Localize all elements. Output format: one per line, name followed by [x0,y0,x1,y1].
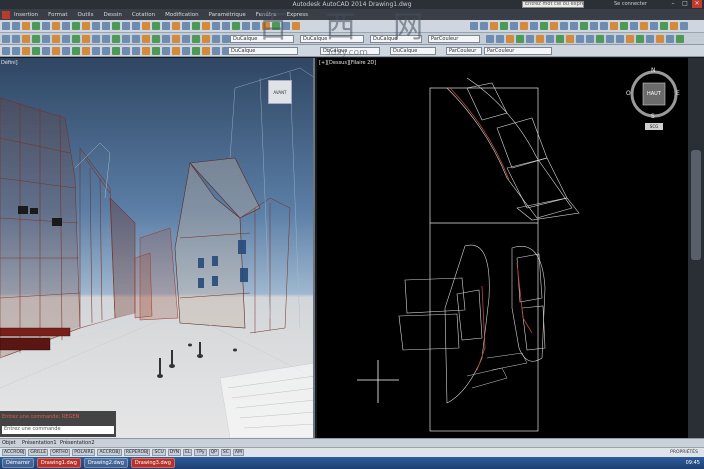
menu-parametrique[interactable]: Paramétrique [209,12,246,18]
viewport-perspective[interactable]: Défini] AVANT [0,58,315,438]
linetype-combo[interactable]: DuCalque [300,35,364,43]
style-combo-5[interactable]: ParCouleur [484,47,552,55]
menu-fenetre[interactable]: Fenêtre [256,12,277,18]
menu-dessin[interactable]: Dessin [103,12,121,18]
toolbar-icons-row2[interactable] [2,35,230,43]
menu-insertion[interactable]: Insertion [14,12,38,18]
taskbar-item-1[interactable]: Drawing1.dwg [36,458,81,468]
toolbar-icons-row1[interactable] [2,22,300,30]
layers-toolbar: DuCalque DuCalque DuCalque ParCouleur [0,33,704,45]
viewport-label-left: Défini] [1,60,18,66]
menu-express[interactable]: Express [287,12,308,18]
status-ucs[interactable]: SCU [152,449,166,456]
layout-tabs: Objet Présentation1 Présentation2 [0,438,704,447]
styles-toolbar: DuCalque DuCalque DuCalque ParCouleur Pa… [0,45,704,57]
menu-format[interactable]: Format [48,12,67,18]
lineweight-combo[interactable]: DuCalque [370,35,422,43]
window-title: Autodesk AutoCAD 2014 Drawing1.dwg [292,1,412,8]
command-line: Entrez une commande: REGEN Entrez une co… [0,411,116,437]
viewcube-top[interactable]: HAUT N S E O SCG [625,65,683,130]
tab-model[interactable]: Objet [2,440,16,446]
status-dyn[interactable]: DYN [167,449,182,456]
status-am[interactable]: AM [232,449,244,456]
viewcube-left[interactable]: AVANT [268,80,292,104]
menu-outils[interactable]: Outils [78,12,94,18]
taskbar-item-3[interactable]: Drawing3.dwg [130,458,175,468]
compass-east: E [676,90,680,97]
viewport-label-right: [+][Dessus][Filaire 2D] [319,60,377,66]
style-combo-4[interactable]: ParCouleur [446,47,482,55]
status-polar[interactable]: POLAIRE [72,449,96,456]
search-input[interactable]: Entrez mot clé ou expression [522,1,584,8]
toolbar-icons-row1b[interactable] [470,22,688,30]
status-grid[interactable]: GRILLE [28,449,49,456]
compass-north: N [651,67,656,74]
viewcube-face-label: HAUT [647,91,661,97]
status-ortho[interactable]: ORTHO [50,449,71,456]
style-combo-2[interactable]: DuCalque [320,47,380,55]
plotstyle-combo[interactable]: ParCouleur [428,35,480,43]
tab-layout2[interactable]: Présentation2 [60,440,95,446]
command-input[interactable]: Entrez une commande [2,426,114,434]
toolbar-icons-row2b[interactable] [486,35,684,43]
wcs-menu[interactable]: SCG [645,123,663,130]
sign-in-link[interactable]: Se connecter [614,1,647,7]
status-properties[interactable]: PROPRIÉTÉS [670,450,698,455]
status-snap[interactable]: ACCROBJ [2,449,27,456]
compass-west: O [626,90,631,97]
status-tpy[interactable]: TPy [194,449,207,456]
start-button[interactable]: Démarrer [2,458,34,468]
close-icon[interactable]: ✕ [692,0,702,8]
menu-bar: Insertion Format Outils Dessin Cotation … [0,9,704,20]
navigation-bar[interactable] [691,150,701,260]
command-history: Entrez une commande: REGEN [2,414,80,420]
menu-modification[interactable]: Modification [165,12,199,18]
street-wireframe-scene [0,67,313,438]
standard-toolbar [0,20,704,33]
taskbar-clock: 09:45 [685,460,700,466]
status-sc[interactable]: SC [220,449,231,456]
viewport-top-view[interactable]: [+][Dessus][Filaire 2D] HAUT N S E O SCG [317,58,688,438]
style-combo-1[interactable]: DuCalque [228,47,298,55]
status-osnap[interactable]: ACCROBJ [97,449,122,456]
status-otrack[interactable]: REPEROBJ [123,449,151,456]
toolbar-icons-row3[interactable] [2,47,250,55]
menu-cotation[interactable]: Cotation [132,12,155,18]
title-bar: Autodesk AutoCAD 2014 Drawing1.dwg Entre… [0,0,704,9]
status-qp[interactable]: QP [208,449,219,456]
style-combo-3[interactable]: DuCalque [390,47,436,55]
tab-layout1[interactable]: Présentation1 [22,440,57,446]
os-taskbar: Démarrer Drawing1.dwg Drawing2.dwg Drawi… [0,457,704,469]
status-lw[interactable]: EL [183,449,193,456]
compass-south: S [651,113,655,120]
maximize-icon[interactable]: □ [680,0,690,8]
nav-bar-panel[interactable] [688,58,704,438]
layer-combo[interactable]: DuCalque [230,35,294,43]
app-menu-icon[interactable] [2,10,10,19]
minimize-icon[interactable]: – [668,0,678,8]
status-bar: ACCROBJ GRILLE ORTHO POLAIRE ACCROBJ REP… [0,447,704,457]
taskbar-item-2[interactable]: Drawing2.dwg [83,458,128,468]
